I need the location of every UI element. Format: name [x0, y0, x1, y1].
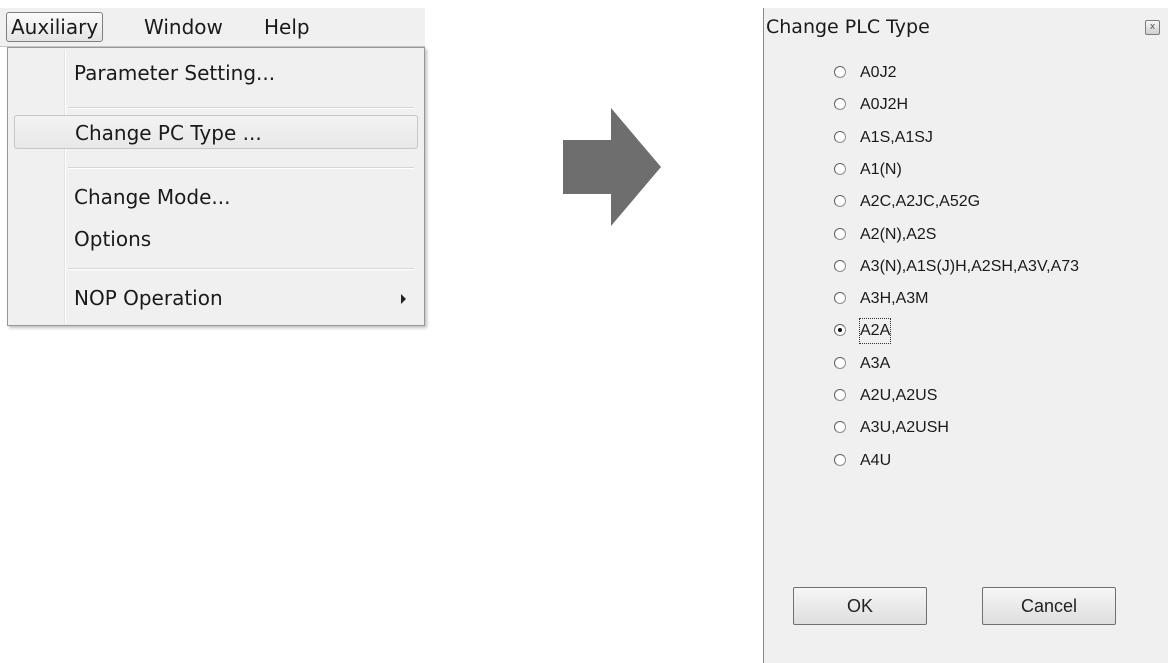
- radio-button[interactable]: [834, 66, 846, 78]
- radio-option-label: A2A: [859, 318, 892, 344]
- dialog-title-bar: Change PLC Type x: [764, 8, 1168, 46]
- radio-option-label: A3A: [860, 355, 891, 372]
- menu-item-label: Change PC Type ...: [75, 121, 262, 145]
- radio-option-label: A0J2H: [860, 96, 909, 113]
- menu-help[interactable]: Help: [260, 12, 314, 42]
- menu-bar: Auxiliary Window Help: [0, 8, 425, 47]
- radio-button[interactable]: [834, 454, 846, 466]
- radio-button[interactable]: [834, 421, 846, 433]
- radio-option-label: A0J2: [860, 64, 897, 81]
- menu-item-parameter-setting[interactable]: Parameter Setting...: [8, 56, 424, 90]
- radio-button[interactable]: [834, 389, 846, 401]
- radio-button[interactable]: [834, 357, 846, 369]
- menu-item-label: NOP Operation: [74, 286, 223, 310]
- menu-item-nop-operation[interactable]: NOP Operation: [8, 281, 424, 315]
- radio-option-label: A1(N): [860, 161, 902, 178]
- radio-button[interactable]: [834, 131, 846, 143]
- menu-separator: [68, 107, 414, 109]
- auxiliary-dropdown-menu: Parameter Setting... Change PC Type ... …: [7, 47, 425, 326]
- change-plc-type-dialog: Change PLC Type x A0J2 A0J2H A1S,A1SJ A1(N)…: [763, 8, 1168, 663]
- radio-option-label: A2C,A2JC,A52G: [860, 193, 981, 210]
- menu-item-change-mode[interactable]: Change Mode...: [8, 180, 424, 214]
- radio-button[interactable]: [834, 98, 846, 110]
- radio-button[interactable]: [834, 260, 846, 272]
- radio-option-label: A1S,A1SJ: [860, 129, 933, 146]
- dialog-title: Change PLC Type: [766, 16, 930, 38]
- radio-option-label: A2U,A2US: [860, 387, 938, 404]
- menu-window[interactable]: Window: [140, 12, 227, 42]
- radio-button[interactable]: [834, 292, 846, 304]
- cancel-button[interactable]: Cancel: [982, 587, 1116, 625]
- menu-item-label: Parameter Setting...: [74, 61, 276, 85]
- close-icon[interactable]: x: [1145, 20, 1160, 35]
- radio-button-checked[interactable]: [834, 324, 846, 336]
- right-arrow-icon: [563, 108, 661, 226]
- menu-separator: [68, 167, 414, 169]
- menu-auxiliary[interactable]: Auxiliary: [6, 12, 104, 42]
- radio-option-label: A3U,A2USH: [860, 419, 949, 436]
- menu-item-options[interactable]: Options: [8, 222, 424, 256]
- menu-item-change-pc-type[interactable]: Change PC Type ...: [14, 115, 418, 149]
- menu-item-label: Change Mode...: [74, 185, 231, 209]
- radio-option-label: A2(N),A2S: [860, 226, 937, 243]
- radio-button[interactable]: [834, 163, 846, 175]
- radio-button[interactable]: [834, 228, 846, 240]
- radio-button[interactable]: [834, 195, 846, 207]
- chevron-right-icon: [401, 294, 406, 304]
- ok-button[interactable]: OK: [793, 587, 927, 625]
- radio-option-label: A3H,A3M: [860, 290, 929, 307]
- menu-item-label: Options: [74, 227, 152, 251]
- radio-option-label: A3(N),A1S(J)H,A2SH,A3V,A73: [860, 258, 1080, 275]
- radio-option-label: A4U: [860, 452, 892, 469]
- menu-separator: [68, 268, 414, 270]
